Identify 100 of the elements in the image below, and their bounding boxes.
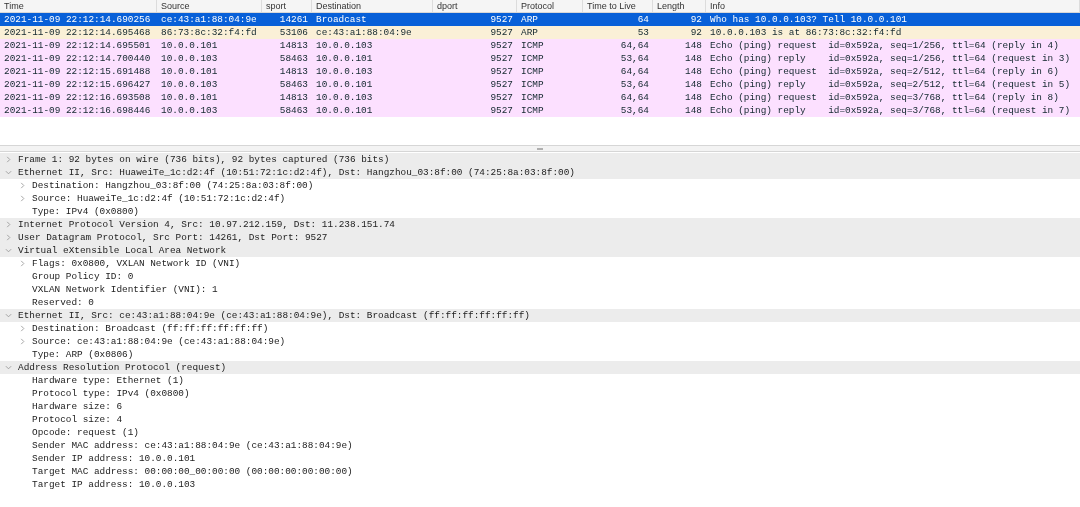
table-cell-text: 148 [684,65,703,78]
packet-row[interactable]: 2021-11-09 22:12:16.698446 10.0.0.103 58463 10.0.0.101 9527 ICMP 53,64 148 Echo (ping) reply id=0x592a, seq=3/768, ttl=64 (request in 7) [0,104,1080,117]
detail-item[interactable]: Type: ARP (0x0806) [32,348,134,361]
detail-item[interactable]: Source: HuaweiTe_1c:d2:4f (10:51:72:1c:d2:4f) [32,192,286,205]
table-cell-text: ce:43:a1:88:04:9e [160,13,258,26]
table-cell-text: 53,64 [619,52,650,65]
chevron-down-icon[interactable] [5,247,12,254]
detail-item[interactable]: Hardware size: 6 [32,400,122,413]
detail-item[interactable]: Target IP address: 10.0.0.103 [32,478,196,491]
chevron-right-icon[interactable] [5,156,12,163]
packet-row[interactable]: 2021-11-09 22:12:15.696427 10.0.0.103 58463 10.0.0.101 9527 ICMP 53,64 148 Echo (ping) reply id=0x592a, seq=2/512, ttl=64 (request in 5) [0,78,1080,91]
table-cell-text: 10.0.0.101 [160,65,219,78]
packet-row[interactable]: 2021-11-09 22:12:14.700440 10.0.0.103 58463 10.0.0.101 9527 ICMP 53,64 148 Echo (ping) reply id=0x592a, seq=1/256, ttl=64 (request in 3) [0,52,1080,65]
table-cell-text: Echo (ping) reply id=0x592a, seq=1/256, ttl=64 (request in 3) [709,52,1072,65]
detail-item[interactable]: Virtual eXtensible Local Area Network [18,244,227,257]
table-cell-text: ARP [520,13,539,26]
chevron-down-icon[interactable] [5,364,12,371]
table-cell-text: Echo (ping) reply id=0x592a, seq=2/512, ttl=64 (request in 5) [709,78,1072,91]
column-header[interactable]: Protocol [517,0,583,12]
table-cell-text: 10.0.0.101 [315,104,374,117]
column-header[interactable]: Source [157,0,262,12]
detail-item[interactable]: Flags: 0x0800, VXLAN Network ID (VNI) [32,257,241,270]
chevron-right-icon[interactable] [5,221,12,228]
table-cell-text: Echo (ping) request id=0x592a, seq=1/256, ttl=64 (reply in 4) [709,39,1060,52]
column-header[interactable]: dport [433,0,517,12]
table-cell-text: 2021-11-09 22:12:16.693508 [3,91,152,104]
detail-item[interactable]: Destination: Hangzhou_03:8f:00 (74:25:8a:03:8f:00) [32,179,314,192]
column-header[interactable]: sport [262,0,312,12]
table-cell-text: 53106 [278,26,309,39]
table-cell-text: 9527 [489,39,514,52]
table-cell-text: Who has 10.0.0.103? Tell 10.0.0.101 [709,13,908,26]
table-cell-text: 64,64 [619,91,650,104]
chevron-right-icon[interactable] [19,338,26,345]
chevron-right-icon[interactable] [19,260,26,267]
table-cell-text: 10.0.0.103 [315,39,374,52]
table-cell-text: 92 [689,26,703,39]
chevron-right-icon[interactable] [19,195,26,202]
table-cell-text: 10.0.0.103 [160,78,219,91]
column-header[interactable]: Destination [312,0,433,12]
table-cell-text: Echo (ping) request id=0x592a, seq=2/512, ttl=64 (reply in 6) [709,65,1060,78]
packet-row[interactable]: 2021-11-09 22:12:16.693508 10.0.0.101 14813 10.0.0.103 9527 ICMP 64,64 148 Echo (ping) request id=0x592a, seq=3/768, ttl=64 (reply in 8) [0,91,1080,104]
table-cell-text: 2021-11-09 22:12:14.695468 [3,26,152,39]
table-cell-text: 148 [684,52,703,65]
table-cell-text: 10.0.0.101 [315,78,374,91]
detail-item[interactable]: VXLAN Network Identifier (VNI): 1 [32,283,218,296]
detail-item[interactable]: Address Resolution Protocol (request) [18,361,227,374]
table-cell-text: 148 [684,78,703,91]
table-cell-text: 14261 [278,13,309,26]
table-cell-text: 14813 [278,65,309,78]
column-header[interactable]: Info [706,0,1080,12]
pane-splitter[interactable] [0,145,1080,152]
table-cell-text: 148 [684,39,703,52]
table-cell-text: 58463 [278,78,309,91]
chevron-right-icon[interactable] [5,234,12,241]
detail-item[interactable]: Group Policy ID: 0 [32,270,134,283]
detail-item[interactable]: Target MAC address: 00:00:00_00:00:00 (00:00:00:00:00:00) [32,465,353,478]
packet-row[interactable]: 2021-11-09 22:12:15.691488 10.0.0.101 14813 10.0.0.103 9527 ICMP 64,64 148 Echo (ping) request id=0x592a, seq=2/512, ttl=64 (reply in 6) [0,65,1080,78]
table-cell-text: 64,64 [619,65,650,78]
detail-item[interactable]: Sender IP address: 10.0.0.101 [32,452,196,465]
table-cell-text: 10.0.0.103 [315,91,374,104]
packet-row[interactable]: 2021-11-09 22:12:14.695501 10.0.0.101 14813 10.0.0.103 9527 ICMP 64,64 148 Echo (ping) request id=0x592a, seq=1/256, ttl=64 (reply in 4) [0,39,1080,52]
table-cell-text: 9527 [489,65,514,78]
chevron-down-icon[interactable] [5,169,12,176]
table-cell-text: ICMP [520,65,545,78]
detail-item[interactable]: Source: ce:43:a1:88:04:9e (ce:43:a1:88:04:9e) [32,335,286,348]
detail-item[interactable]: Sender MAC address: ce:43:a1:88:04:9e (ce:43:a1:88:04:9e) [32,439,353,452]
column-header[interactable]: Time [0,0,157,12]
detail-item[interactable]: Type: IPv4 (0x0800) [32,205,139,218]
table-cell-text: 9527 [489,104,514,117]
table-cell-text: 10.0.0.101 [315,52,374,65]
detail-item[interactable]: Destination: Broadcast (ff:ff:ff:ff:ff:ff) [32,322,269,335]
chevron-down-icon[interactable] [5,312,12,319]
detail-item[interactable]: Protocol type: IPv4 (0x0800) [32,387,190,400]
table-cell-text: 148 [684,104,703,117]
detail-item[interactable]: Opcode: request (1) [32,426,139,439]
table-cell-text: 53,64 [619,78,650,91]
table-cell-text: ICMP [520,104,545,117]
column-header[interactable]: Length [653,0,706,12]
table-cell-text: 58463 [278,52,309,65]
table-cell-text: ARP [520,26,539,39]
table-cell-text: 148 [684,91,703,104]
table-cell-text: 2021-11-09 22:12:15.696427 [3,78,152,91]
table-cell-text: Echo (ping) reply id=0x592a, seq=3/768, ttl=64 (request in 7) [709,104,1072,117]
table-cell-text: 10.0.0.101 [160,39,219,52]
chevron-right-icon[interactable] [19,325,26,332]
table-cell-text: 53 [636,26,650,39]
table-cell-text: 2021-11-09 22:12:15.691488 [3,65,152,78]
table-cell-text: ICMP [520,52,545,65]
packet-row[interactable]: 2021-11-09 22:12:14.695468 86:73:8c:32:f4:fd 53106 ce:43:a1:88:04:9e 9527 ARP 53 92 10.0.0.103 is at 86:73:8c:32:f4:fd [0,26,1080,39]
packet-row[interactable]: 2021-11-09 22:12:14.690256 ce:43:a1:88:04:9e 14261 Broadcast 9527 ARP 64 92 Who has 10.0.0.103? Tell 10.0.0.101 [0,13,1080,26]
table-cell-text: 2021-11-09 22:12:14.695501 [3,39,152,52]
table-cell-text: Broadcast [315,13,368,26]
table-cell-text: 92 [689,13,703,26]
column-header[interactable]: Time to Live [583,0,653,12]
table-cell-text: 9527 [489,91,514,104]
table-cell-text: 10.0.0.103 [160,104,219,117]
detail-item[interactable]: Reserved: 0 [32,296,94,309]
detail-item[interactable]: Hardware type: Ethernet (1) [32,374,184,387]
chevron-right-icon[interactable] [19,182,26,189]
detail-item[interactable]: Protocol size: 4 [32,413,122,426]
